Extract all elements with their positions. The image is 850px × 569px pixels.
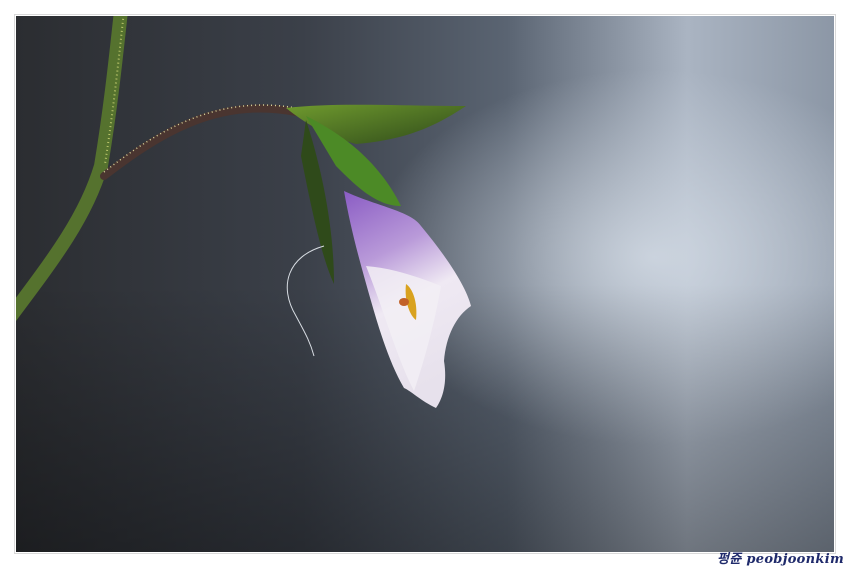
flower-photo <box>14 14 836 554</box>
flower-photo-svg <box>16 16 834 552</box>
photo-frame: 펑쥰 peobjoonkim <box>0 0 850 569</box>
watermark-signature: 펑쥰 peobjoonkim <box>717 552 844 567</box>
flower-center <box>399 298 409 306</box>
